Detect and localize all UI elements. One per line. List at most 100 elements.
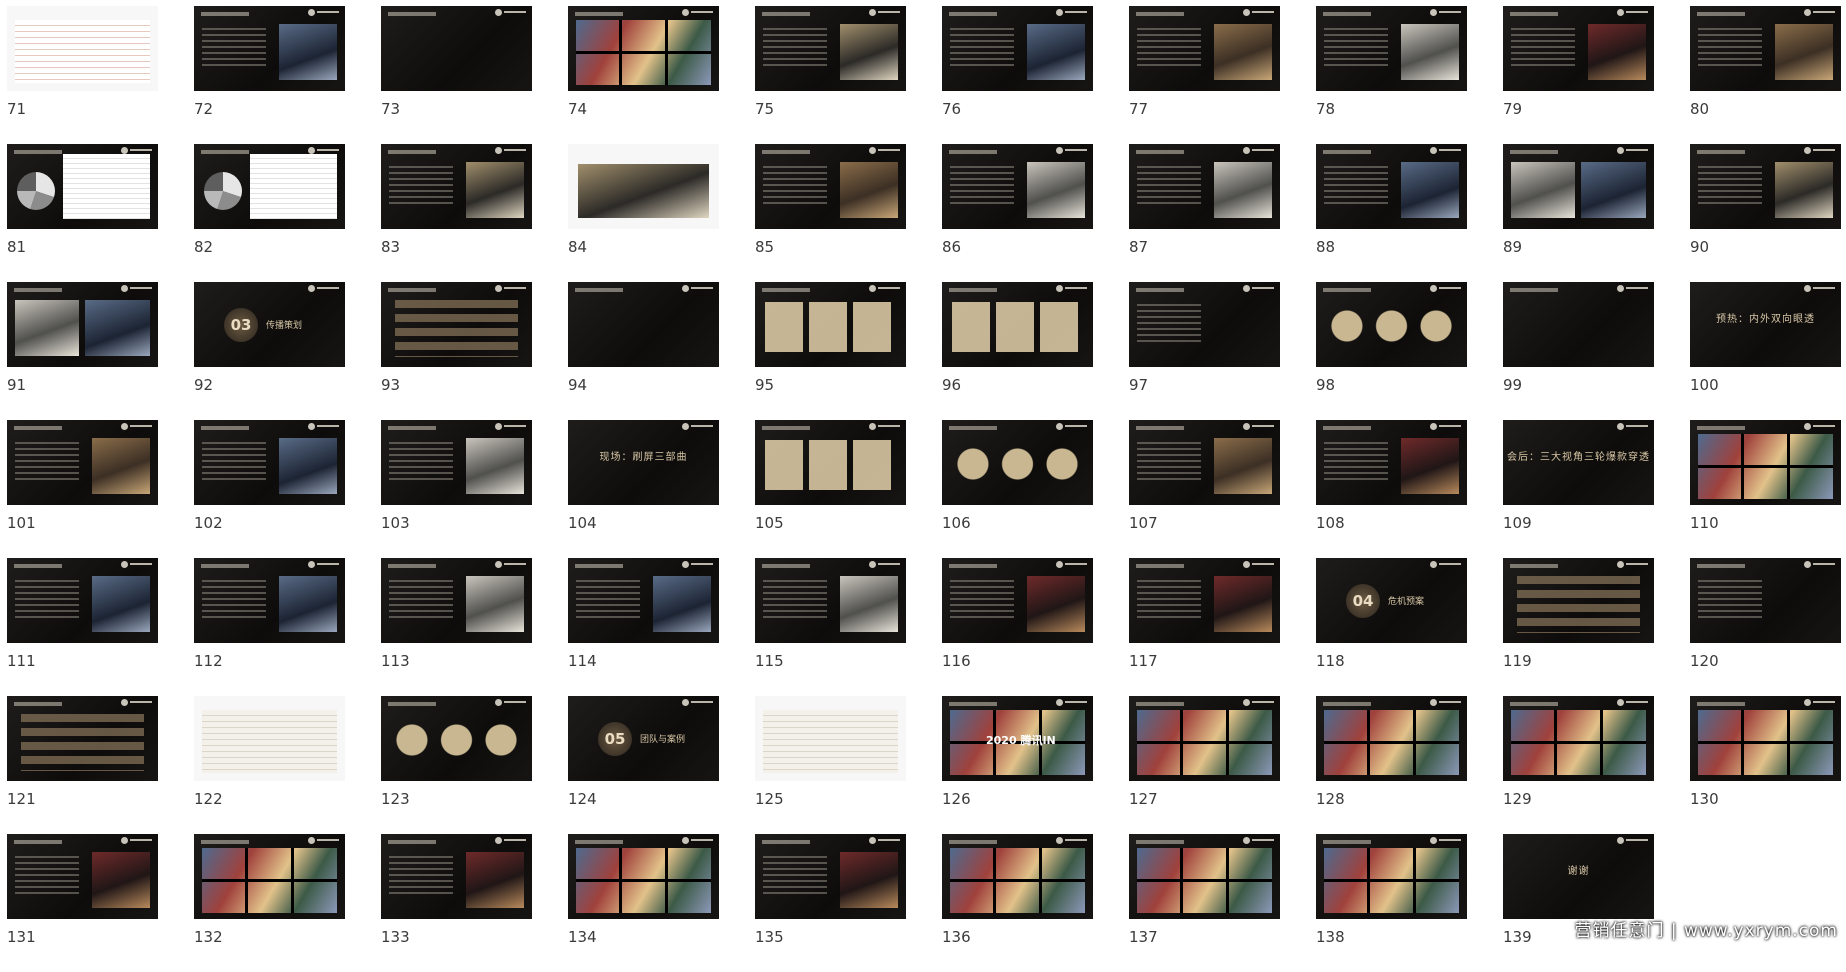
slide-cell: 71 [7, 6, 158, 144]
slide-thumbnail[interactable]: 05 团队与案例 [568, 696, 719, 781]
slide-number: 103 [381, 514, 410, 532]
slide-thumbnail[interactable] [1690, 6, 1841, 91]
slide-heading-bar [1323, 150, 1371, 154]
slide-thumbnail[interactable] [942, 144, 1093, 229]
slide-thumbnail[interactable] [1129, 282, 1280, 367]
slide-thumbnail[interactable] [1316, 6, 1467, 91]
slide-thumbnail[interactable] [1129, 144, 1280, 229]
slide-thumbnail[interactable] [7, 834, 158, 919]
slide-thumbnail[interactable] [1316, 282, 1467, 367]
slide-cell: 预热：内外双向眼透 100 [1690, 282, 1841, 420]
slide-thumbnail[interactable] [381, 558, 532, 643]
slide-photo [840, 576, 898, 632]
slide-thumbnail[interactable] [1690, 144, 1841, 229]
slide-thumbnail[interactable] [7, 420, 158, 505]
brand-logo-icon [1056, 837, 1087, 848]
slide-text-lines [1698, 580, 1762, 622]
slide-thumbnail[interactable] [381, 420, 532, 505]
slide-number: 96 [942, 376, 962, 394]
slide-heading-bar [1136, 12, 1184, 16]
slide-photo [1588, 24, 1646, 80]
slide-heading-bar [1136, 150, 1184, 154]
slide-thumbnail[interactable] [381, 834, 532, 919]
slide-title: 会后：三大视角三轮爆款穿透 [1507, 452, 1650, 463]
slide-thumbnail[interactable] [381, 282, 532, 367]
slide-number: 74 [568, 100, 588, 118]
slide-thumbnail[interactable] [1129, 420, 1280, 505]
slide-thumbnail[interactable] [1503, 282, 1654, 367]
slide-thumbnail[interactable] [755, 282, 906, 367]
slide-thumbnail[interactable] [1129, 834, 1280, 919]
slide-thumbnail[interactable] [1503, 696, 1654, 781]
slide-thumbnail[interactable] [1690, 696, 1841, 781]
brand-logo-icon [869, 285, 900, 296]
slide-thumbnail[interactable]: 现场：刷屏三部曲 [568, 420, 719, 505]
slide-thumbnail[interactable] [755, 558, 906, 643]
slide-cell: 75 [755, 6, 906, 144]
slide-thumbnail[interactable] [1316, 696, 1467, 781]
slide-cell: 112 [194, 558, 345, 696]
slide-cell: 137 [1129, 834, 1280, 972]
slide-thumbnail[interactable] [194, 834, 345, 919]
slide-number: 98 [1316, 376, 1336, 394]
slide-thumbnail[interactable]: 预热：内外双向眼透 [1690, 282, 1841, 367]
slide-heading-bar [575, 12, 623, 16]
slide-thumbnail[interactable] [1690, 420, 1841, 505]
slide-thumbnail[interactable] [1129, 696, 1280, 781]
slide-thumbnail[interactable] [1129, 558, 1280, 643]
slide-cell: 127 [1129, 696, 1280, 834]
slide-thumbnail[interactable] [1316, 834, 1467, 919]
slide-heading-bar [1697, 702, 1745, 706]
slide-thumbnail[interactable]: 谢谢 [1503, 834, 1654, 919]
slide-thumbnail[interactable] [381, 6, 532, 91]
slide-number: 71 [7, 100, 27, 118]
slide-thumbnail[interactable] [1129, 6, 1280, 91]
slide-thumbnail[interactable] [755, 144, 906, 229]
brand-logo-icon [495, 699, 526, 710]
slide-thumbnail[interactable] [755, 420, 906, 505]
slide-thumbnail[interactable] [1316, 144, 1467, 229]
slide-thumbnail[interactable] [942, 834, 1093, 919]
slide-thumbnail[interactable] [755, 834, 906, 919]
slide-thumbnail[interactable] [194, 696, 345, 781]
slide-photo [1401, 162, 1459, 218]
brand-logo-icon [1617, 147, 1648, 158]
slide-thumbnail[interactable] [194, 558, 345, 643]
slide-heading-bar [201, 840, 249, 844]
slide-title: 现场：刷屏三部曲 [599, 452, 688, 463]
slide-thumbnail[interactable] [7, 282, 158, 367]
slide-thumbnail[interactable] [755, 6, 906, 91]
slide-thumbnail[interactable] [942, 282, 1093, 367]
slide-thumbnail[interactable] [568, 144, 719, 229]
slide-table [202, 710, 337, 773]
slide-thumbnail[interactable] [1316, 420, 1467, 505]
slide-thumbnail[interactable] [194, 144, 345, 229]
slide-thumbnail[interactable] [568, 6, 719, 91]
slide-thumbnail[interactable] [755, 696, 906, 781]
slide-thumbnail[interactable] [7, 144, 158, 229]
slide-thumbnail[interactable] [194, 420, 345, 505]
slide-thumbnail[interactable] [194, 6, 345, 91]
slide-thumbnail[interactable] [381, 144, 532, 229]
slide-thumbnail[interactable] [1503, 144, 1654, 229]
slide-thumbnail[interactable] [568, 558, 719, 643]
slide-thumbnail[interactable] [568, 282, 719, 367]
slide-thumbnail[interactable]: 03 传播策划 [194, 282, 345, 367]
slide-thumbnail[interactable] [7, 558, 158, 643]
slide-thumbnail[interactable] [7, 6, 158, 91]
slide-thumbnail[interactable] [942, 558, 1093, 643]
slide-thumbnail[interactable] [381, 696, 532, 781]
slide-thumbnail[interactable] [1503, 558, 1654, 643]
slide-thumbnail[interactable] [7, 696, 158, 781]
slide-thumbnail[interactable]: 04 危机预案 [1316, 558, 1467, 643]
slide-thumbnail[interactable]: 会后：三大视角三轮爆款穿透 [1503, 420, 1654, 505]
slide-photo [466, 852, 524, 908]
slide-thumbnail[interactable] [942, 6, 1093, 91]
slide-cell: 119 [1503, 558, 1654, 696]
slide-cell: 79 [1503, 6, 1654, 144]
slide-thumbnail[interactable] [1690, 558, 1841, 643]
slide-thumbnail[interactable] [942, 420, 1093, 505]
slide-thumbnail[interactable] [568, 834, 719, 919]
slide-thumbnail[interactable] [1503, 6, 1654, 91]
slide-thumbnail[interactable]: 2020 腾讯IN [942, 696, 1093, 781]
